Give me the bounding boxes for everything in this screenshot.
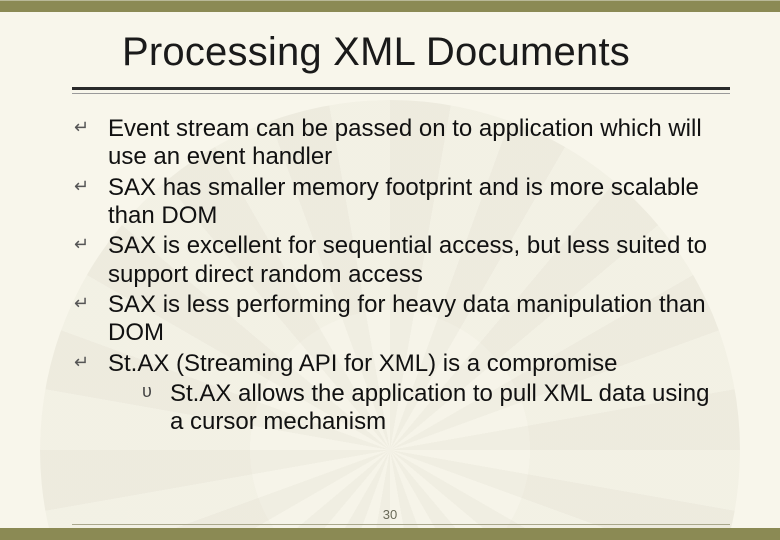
- slide: Processing XML Documents ↵ Event stream …: [0, 0, 780, 540]
- bullet-item: ↵ SAX has smaller memory footprint and i…: [108, 174, 720, 231]
- arrow-icon: ↵: [74, 115, 108, 138]
- page-number: 30: [383, 507, 397, 522]
- body-content: ↵ Event stream can be passed on to appli…: [108, 115, 720, 436]
- arrow-icon: ↵: [74, 350, 108, 373]
- bullet-item: ↵ St.AX (Streaming API for XML) is a com…: [108, 350, 720, 378]
- sub-bullet-text: St.AX allows the application to pull XML…: [170, 380, 720, 437]
- bullet-text: SAX is excellent for sequential access, …: [108, 232, 720, 289]
- title-underline: [72, 93, 730, 94]
- bullet-item: ↵ SAX is excellent for sequential access…: [108, 232, 720, 289]
- bullet-item: ↵ Event stream can be passed on to appli…: [108, 115, 720, 172]
- arrow-icon: ↵: [74, 291, 108, 314]
- bullet-text: SAX has smaller memory footprint and is …: [108, 174, 720, 231]
- arrow-icon: ↵: [74, 174, 108, 197]
- arrow-icon: ↵: [74, 232, 108, 255]
- title-block: Processing XML Documents: [72, 24, 730, 94]
- bullet-item: ↵ SAX is less performing for heavy data …: [108, 291, 720, 348]
- footer-line: [72, 524, 730, 525]
- bullet-text: Event stream can be passed on to applica…: [108, 115, 720, 172]
- top-accent-bar: [0, 0, 780, 12]
- bottom-accent-bar: [0, 528, 780, 540]
- bullet-text: SAX is less performing for heavy data ma…: [108, 291, 720, 348]
- bullet-text: St.AX (Streaming API for XML) is a compr…: [108, 350, 720, 378]
- slide-title: Processing XML Documents: [72, 24, 730, 90]
- sub-marker-icon: υ: [142, 380, 170, 402]
- sub-bullet-item: υ St.AX allows the application to pull X…: [142, 380, 720, 437]
